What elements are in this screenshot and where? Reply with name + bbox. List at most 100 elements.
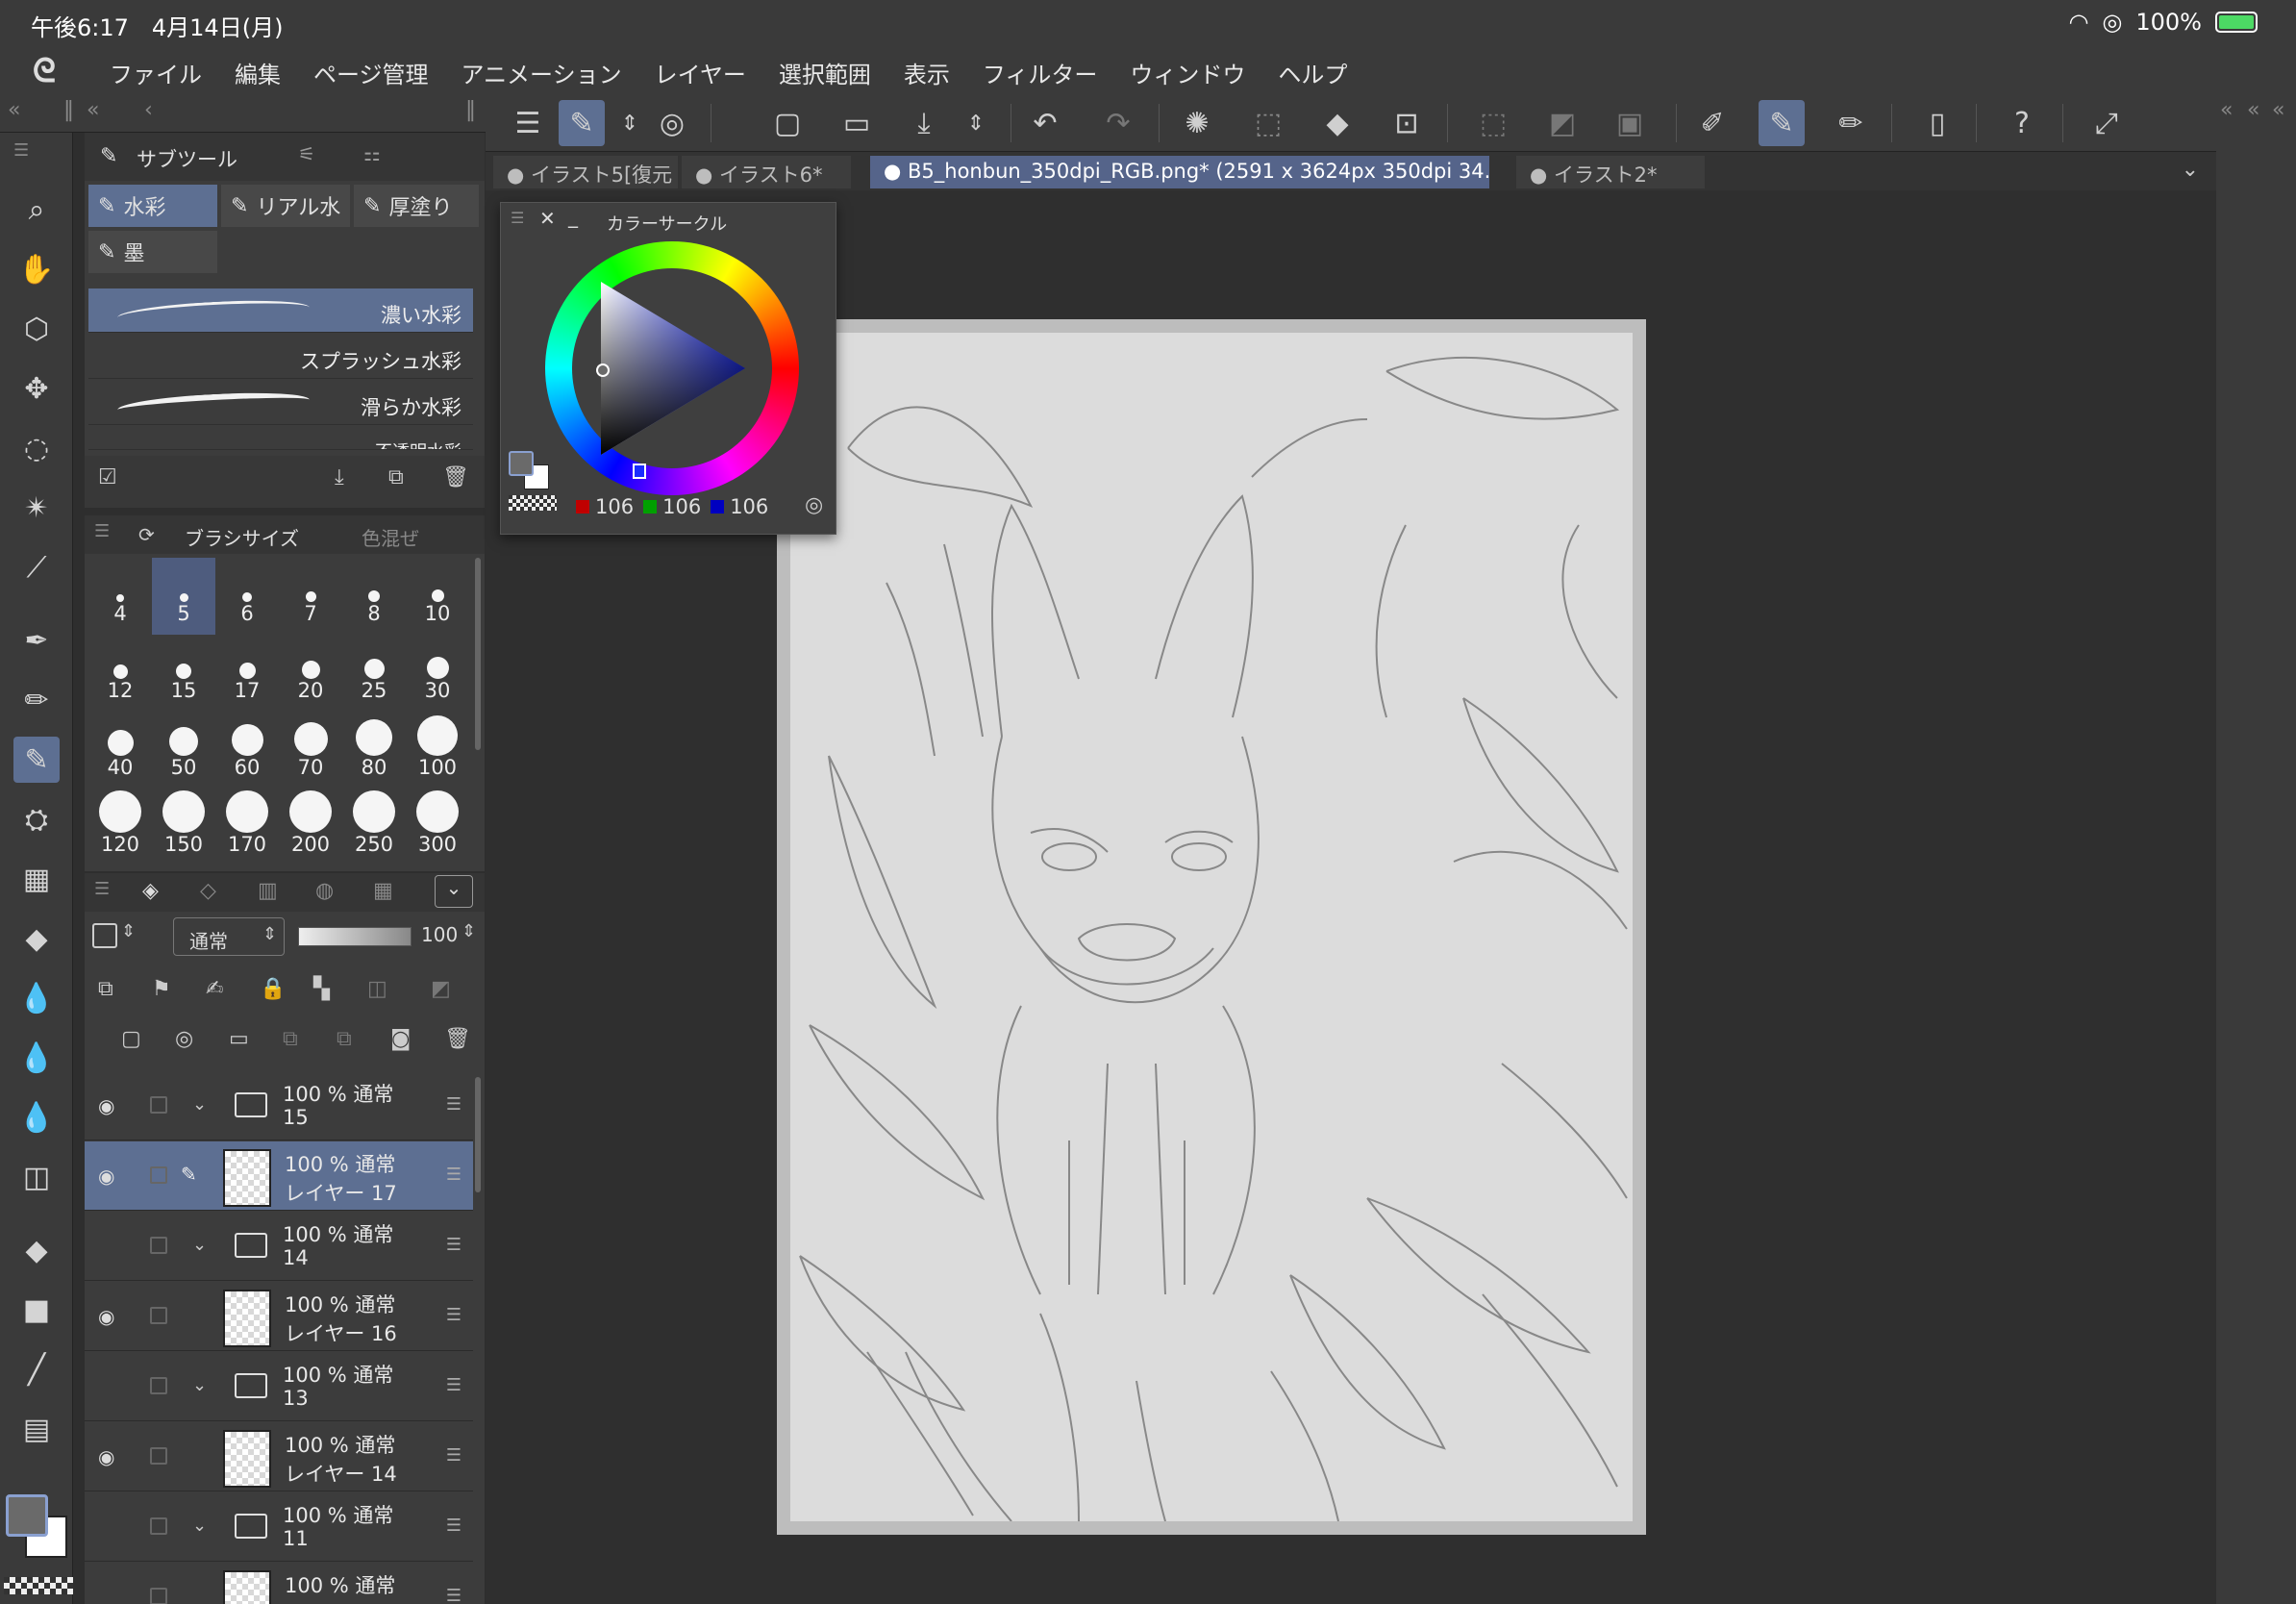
layer-row[interactable]: 100 % 通常 ☰ — [85, 1563, 473, 1604]
frame-icon[interactable]: ▤ — [13, 1406, 60, 1452]
brush-item[interactable]: スプラッシュ水彩 — [88, 335, 473, 379]
updown-icon[interactable]: ⇕ — [121, 921, 136, 941]
fullscreen-icon[interactable]: ⤢ — [2084, 100, 2130, 146]
layer-folder-row[interactable]: ⌄ 100 % 通常 13 ☰ — [85, 1352, 473, 1421]
brush-size-tab-icon[interactable]: ⟳ — [138, 523, 155, 546]
tab-document-active[interactable]: ● B5_honbun_350dpi_RGB.png* (2591 x 3624… — [870, 156, 1489, 188]
brush-size-cell[interactable]: 80 — [342, 712, 406, 789]
operation-icon[interactable]: ⬡ — [13, 306, 60, 352]
brush-size-cell[interactable]: 250 — [342, 789, 406, 865]
transparent-color-swatch[interactable] — [509, 495, 557, 511]
checkbox[interactable] — [150, 1588, 167, 1604]
subtool-group-tab[interactable]: ✎ 厚塗り — [354, 185, 479, 227]
brush-size-cell[interactable]: 200 — [279, 789, 342, 865]
brush-size-cell[interactable]: 12 — [88, 635, 152, 712]
pencil-icon[interactable]: ✏ — [1828, 100, 1874, 146]
layer-folder-row[interactable]: ⌄ 100 % 通常 14 ☰ — [85, 1212, 473, 1281]
trash-icon[interactable]: 🗑 — [442, 465, 469, 489]
panel-menu-icon[interactable]: ☰ — [94, 521, 110, 541]
layer-row[interactable]: ◉ 100 % 通常 レイヤー 14 ☰ — [85, 1422, 473, 1491]
copy-icon[interactable]: ⧉ — [388, 465, 404, 489]
panel-menu-icon[interactable]: ☰ — [13, 140, 29, 161]
pen-tool-icon[interactable]: ✒ — [13, 617, 60, 664]
menu-file[interactable]: ファイル — [110, 56, 202, 89]
eye-icon[interactable]: ◉ — [98, 1305, 114, 1328]
layers-tab-icon[interactable]: ◈ — [142, 879, 159, 903]
trash-icon[interactable]: 🗑 — [444, 1027, 471, 1051]
updown-icon[interactable]: ⇕ — [953, 100, 999, 146]
brush-icon[interactable]: ✎ — [1759, 100, 1805, 146]
opacity-slider[interactable] — [298, 927, 412, 946]
line-icon[interactable]: ╱ — [13, 1346, 60, 1392]
collapse-left-icon[interactable]: « — [8, 98, 20, 122]
menu-edit[interactable]: 編集 — [235, 56, 281, 89]
help-icon[interactable]: ? — [1999, 100, 2045, 146]
new-folder-icon[interactable]: ▭ — [229, 1027, 249, 1051]
tool-property-tab-icon[interactable]: ⚟ — [298, 142, 315, 165]
airbrush-icon[interactable]: ⛭ — [13, 796, 60, 842]
drag-handle-icon[interactable]: ☰ — [446, 1445, 462, 1466]
layer-mask-icon[interactable]: ◙ — [390, 1027, 411, 1051]
blend-icon[interactable]: 💧 — [13, 1094, 60, 1140]
drag-handle-icon[interactable]: ☰ — [446, 1165, 462, 1185]
blend-icon[interactable]: 💧 — [13, 1035, 60, 1081]
blend-icon[interactable]: 💧 — [13, 975, 60, 1021]
menu-selection[interactable]: 選択範囲 — [779, 56, 871, 89]
gradient-icon[interactable]: ■ — [13, 1287, 60, 1333]
eraser-icon[interactable]: ◆ — [13, 915, 60, 962]
select-icon[interactable]: ⬚ — [1245, 100, 1291, 146]
brush-size-cell[interactable]: 60 — [215, 712, 279, 789]
menu-layer[interactable]: レイヤー — [655, 56, 746, 89]
fill-icon[interactable]: ◆ — [1314, 100, 1360, 146]
draft-icon[interactable]: ✍ — [206, 977, 223, 1001]
mask-icon[interactable]: ◫ — [367, 977, 387, 1001]
material-tab-icon[interactable]: ▦ — [373, 879, 393, 903]
transparent-color-swatch[interactable] — [4, 1577, 73, 1594]
menu-icon[interactable]: ☰ — [505, 100, 551, 146]
lock-icon[interactable]: 🔒 — [260, 977, 286, 1001]
checkbox[interactable] — [150, 1237, 167, 1254]
loading-icon[interactable]: ✺ — [1174, 100, 1220, 146]
brush-size-cell[interactable]: 25 — [342, 635, 406, 712]
menu-page[interactable]: ページ管理 — [313, 56, 429, 89]
brush-size-cell[interactable]: 40 — [88, 712, 152, 789]
chevron-down-icon[interactable]: ⌄ — [192, 1235, 207, 1255]
brush-size-cell[interactable]: 120 — [88, 789, 152, 865]
lock-transparent-icon[interactable]: ▚ — [313, 977, 330, 1001]
opacity-value[interactable]: 100 — [421, 923, 458, 946]
new-vector-layer-icon[interactable]: ◎ — [175, 1027, 193, 1051]
brush-size-cell[interactable]: 150 — [152, 789, 215, 865]
brush-size-cell[interactable]: 70 — [279, 712, 342, 789]
eye-icon[interactable]: ◉ — [98, 1094, 114, 1117]
brush-size-header[interactable]: ブラシサイズ — [185, 523, 299, 551]
merge-icon[interactable]: ⧉ — [337, 1027, 352, 1051]
layer-folder-row[interactable]: ⌄ 100 % 通常 11 ☰ — [85, 1492, 473, 1562]
save-icon[interactable]: ⤓ — [901, 100, 947, 146]
brush-size-cell[interactable]: 100 — [406, 712, 469, 789]
collapse-panel-icon[interactable]: « — [87, 98, 99, 122]
pencil-tool-icon[interactable]: ✏ — [13, 677, 60, 723]
brush-mode-icon[interactable]: ✎ — [559, 100, 605, 146]
subtool-group-tab[interactable]: ✎ 水彩 — [88, 185, 217, 227]
scrollbar[interactable] — [475, 1077, 481, 1192]
menu-help[interactable]: ヘルプ — [1278, 56, 1347, 89]
brush-size-cell[interactable]: 8 — [342, 558, 406, 635]
chevron-down-icon[interactable]: ⌄ — [192, 1516, 207, 1536]
close-icon[interactable]: ✕ — [539, 207, 556, 230]
pen-icon[interactable]: ✐ — [1689, 100, 1735, 146]
chevron-down-icon[interactable]: ⌄ — [192, 1375, 207, 1395]
brush-detail-tab-icon[interactable]: ⚏ — [363, 142, 381, 165]
panel-grip-icon[interactable]: ‖ — [63, 98, 74, 122]
updown-icon[interactable]: ⇕ — [607, 100, 653, 146]
brush-size-cell[interactable]: 170 — [215, 789, 279, 865]
brush-size-cell[interactable]: 20 — [279, 635, 342, 712]
collapse-right-icon[interactable]: « — [2220, 98, 2233, 122]
layer-color-box[interactable] — [92, 923, 117, 948]
checkbox-icon[interactable]: ☑ — [98, 465, 117, 489]
drag-handle-icon[interactable]: ☰ — [446, 1305, 462, 1325]
color-settings-icon[interactable]: ◎ — [805, 493, 823, 517]
eye-icon[interactable]: ◉ — [98, 1165, 114, 1188]
checkbox[interactable] — [150, 1517, 167, 1535]
download-icon[interactable]: ⤓ — [335, 465, 344, 489]
brush-tool-icon[interactable]: ✎ — [13, 737, 60, 783]
